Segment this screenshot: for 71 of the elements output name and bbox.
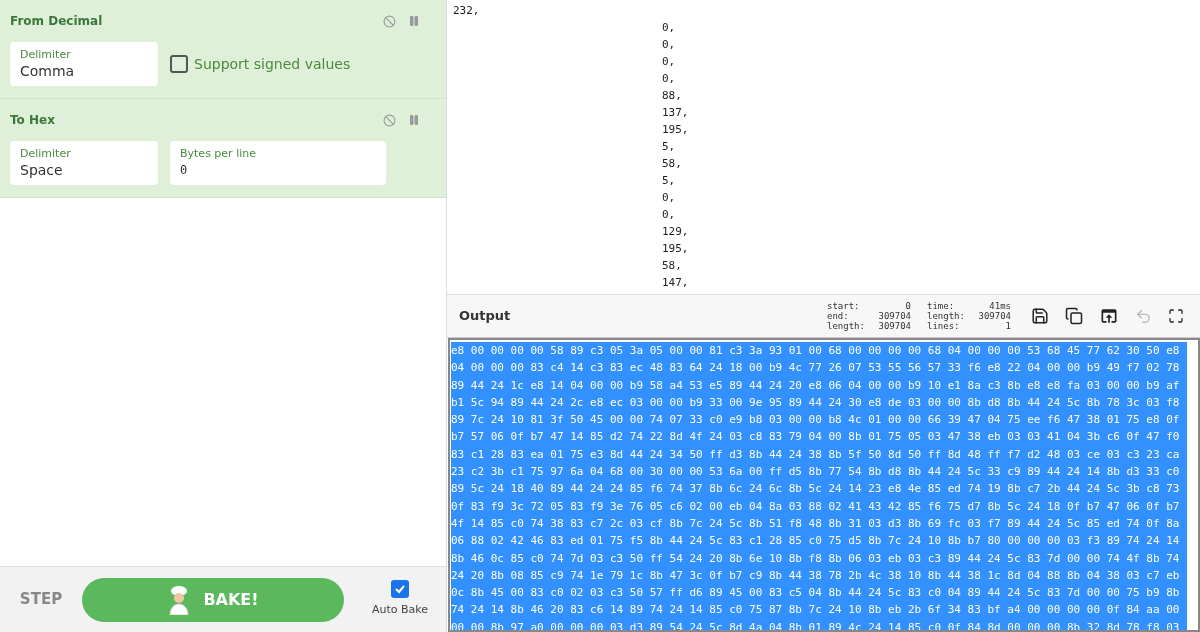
argument-field[interactable]: Delimiter Comma — [10, 42, 158, 86]
stat-label: time: — [927, 301, 955, 311]
checkbox-label: Support signed values — [194, 54, 351, 74]
disable-icon[interactable] — [383, 113, 396, 127]
output-text: 04 00 00 00 83 c4 14 c3 83 ec 48 83 64 24 18 00 b9 4c 77 26 07 53 55 56 57 33 f6 e8 22 04 00 00 b9 49 f7 02 78 — [451, 360, 1180, 377]
input-text: 0, — [661, 190, 677, 206]
fullscreen-icon[interactable] — [1168, 308, 1184, 324]
input-text: 195, — [661, 241, 690, 257]
input-text: 195, — [661, 122, 690, 138]
input-text: 137, — [661, 105, 690, 121]
output-text: 23 c2 3b c1 75 97 6a 04 68 00 30 00 00 53 6a 00 ff d5 8b 77 54 8b d8 8b 44 24 5c 33 c9 89 44 24 14 8b d3 33 c0 — [451, 464, 1180, 481]
checkbox[interactable] — [170, 55, 188, 73]
stat-label: end: — [827, 311, 849, 321]
argument-field[interactable]: Delimiter Space — [10, 141, 158, 185]
stat-label: lines: — [927, 321, 960, 331]
input-text: 88, — [661, 88, 683, 104]
stat-value: 309704 — [978, 311, 1011, 321]
field-label: Bytes per line — [180, 147, 257, 161]
output-text: b7 57 06 0f b7 47 14 85 d2 74 22 8d 4f 24 03 c8 83 79 04 00 8b 01 75 05 03 47 38 eb 03 03 41 04 3b c6 0f 47 f0 — [451, 429, 1180, 446]
output-title: Output — [459, 307, 511, 326]
field-value: 0 — [180, 162, 189, 179]
output-text: 06 88 02 42 46 83 ed 01 75 f5 8b 44 24 5c 83 c1 28 85 c0 75 d5 8b 7c 24 10 8b b7 80 00 00 00 03 f3 89 74 24 14 — [451, 533, 1180, 550]
argument-field[interactable]: Bytes per line 0 — [170, 141, 386, 185]
input-text: 58, — [661, 156, 683, 172]
output-text: 74 24 14 8b 46 20 83 c6 14 89 74 24 14 85 c0 75 87 8b 7c 24 10 8b eb 2b 6f 34 83 bf a4 00 00 00 00 0f 84 aa 00 — [451, 602, 1180, 619]
output-text: 83 c1 28 83 ea 01 75 e3 8d 44 24 34 50 ff d3 8b 44 24 38 8b 5f 50 8d 50 ff 8d 48 ff f7 d2 48 03 ce 03 c3 23 ca — [451, 446, 1180, 463]
pause-icon[interactable] — [408, 15, 420, 27]
input-text: 0, — [661, 207, 677, 223]
stat-label: length: — [827, 321, 865, 331]
disable-icon[interactable] — [383, 14, 396, 28]
checkmark-icon — [394, 583, 407, 596]
stat-value: 309704 — [878, 311, 911, 321]
output-text: 89 5c 24 18 40 89 44 24 24 85 f6 74 37 8b 6c 24 6c 8b 5c 24 14 23 e8 4e 85 ed 74 19 8b c7 2b 44 24 5c 3b c8 73 — [451, 481, 1180, 498]
input-text: 58, — [661, 258, 683, 274]
copy-icon[interactable] — [1065, 307, 1083, 325]
chef-icon — [167, 584, 192, 615]
input-text: 5, — [661, 139, 677, 155]
output-text: b1 5c 94 89 44 24 2c e8 ec 03 00 00 b9 33 00 9e 95 89 44 24 30 e8 de 03 00 00 8b d8 8b 44 24 5c 8b 78 3c 03 f8 — [451, 394, 1180, 411]
output-text: 8b 46 0c 85 c0 74 7d 03 c3 50 ff 54 24 20 8b 6e 10 8b f8 8b 06 03 eb 03 c3 89 44 24 5c 83 7d 00 00 74 4f 8b 74 — [451, 550, 1180, 567]
input-text: 147, — [661, 275, 690, 291]
input-text: 0, — [661, 20, 677, 36]
field-label: Delimiter — [20, 147, 72, 161]
output-text: 89 7c 24 10 81 3f 50 45 00 00 74 07 33 c0 e9 b8 03 00 00 b8 4c 01 00 00 66 39 47 04 75 ee f6 47 38 01 75 e8 0f — [451, 412, 1180, 429]
input-text: 0, — [661, 37, 677, 53]
input-text: 232, — [453, 3, 481, 19]
input-text: 0, — [661, 54, 677, 70]
output-text: 0f 83 f9 3c 72 05 83 f9 3e 76 05 c6 02 00 eb 04 8a 03 88 02 41 43 42 85 f6 75 d7 8b 5c 24 18 0f b7 47 06 0f b7 — [451, 498, 1180, 515]
field-value: Comma — [20, 62, 76, 80]
output-text: 4f 14 85 c0 74 38 83 c7 2c 03 cf 8b 7c 24 5c 8b 51 f8 48 8b 31 03 d3 8b 69 fc 03 f7 89 44 24 5c 85 ed 74 0f 8a — [451, 515, 1180, 532]
auto-bake-label: Auto Bake — [372, 602, 429, 619]
output-text: 24 20 8b 08 85 c9 74 1e 79 1c 8b 47 3c 0f b7 c9 8b 44 38 78 2b 4c 38 10 8b 44 38 1c 8d 04 88 8b 04 38 03 c7 eb — [451, 567, 1180, 584]
stat-value: 1 — [1005, 321, 1011, 331]
stat-value: 41ms — [989, 301, 1011, 311]
input-text: 5, — [661, 173, 677, 189]
stat-label: length: — [927, 311, 965, 321]
input-text: 129, — [661, 224, 690, 240]
stat-value: 0 — [905, 301, 911, 311]
save-icon[interactable] — [1031, 307, 1049, 325]
output-text: 0c 8b 45 00 83 c0 02 03 c3 50 57 ff d6 89 45 00 83 c5 04 8b 44 24 5c 83 c0 04 89 44 24 5c 83 7d 00 00 75 b9 8b — [451, 585, 1180, 602]
field-label: Delimiter — [20, 48, 72, 62]
stat-value: 309704 — [878, 321, 911, 331]
stat-label: start: — [827, 301, 860, 311]
pause-icon[interactable] — [408, 114, 420, 126]
field-value: Space — [20, 161, 64, 179]
output-text: e8 00 00 00 00 58 89 c3 05 3a 05 00 00 81 c3 3a 93 01 00 68 00 00 00 00 68 04 00 00 00 53 68 45 77 62 30 50 e8 — [451, 343, 1180, 359]
operation-title: From Decimal — [10, 13, 103, 30]
input-text: 0, — [661, 71, 677, 87]
open-in-window-icon[interactable] — [1099, 306, 1119, 326]
operation-title: To Hex — [10, 112, 55, 129]
auto-bake-checkbox[interactable] — [391, 580, 410, 599]
output-text: 89 44 24 1c e8 14 04 00 00 b9 58 a4 53 e5 89 44 24 20 e8 06 04 00 00 b9 10 e1 8a c3 8b e8 e8 fa 03 00 00 b9 af — [451, 377, 1180, 394]
